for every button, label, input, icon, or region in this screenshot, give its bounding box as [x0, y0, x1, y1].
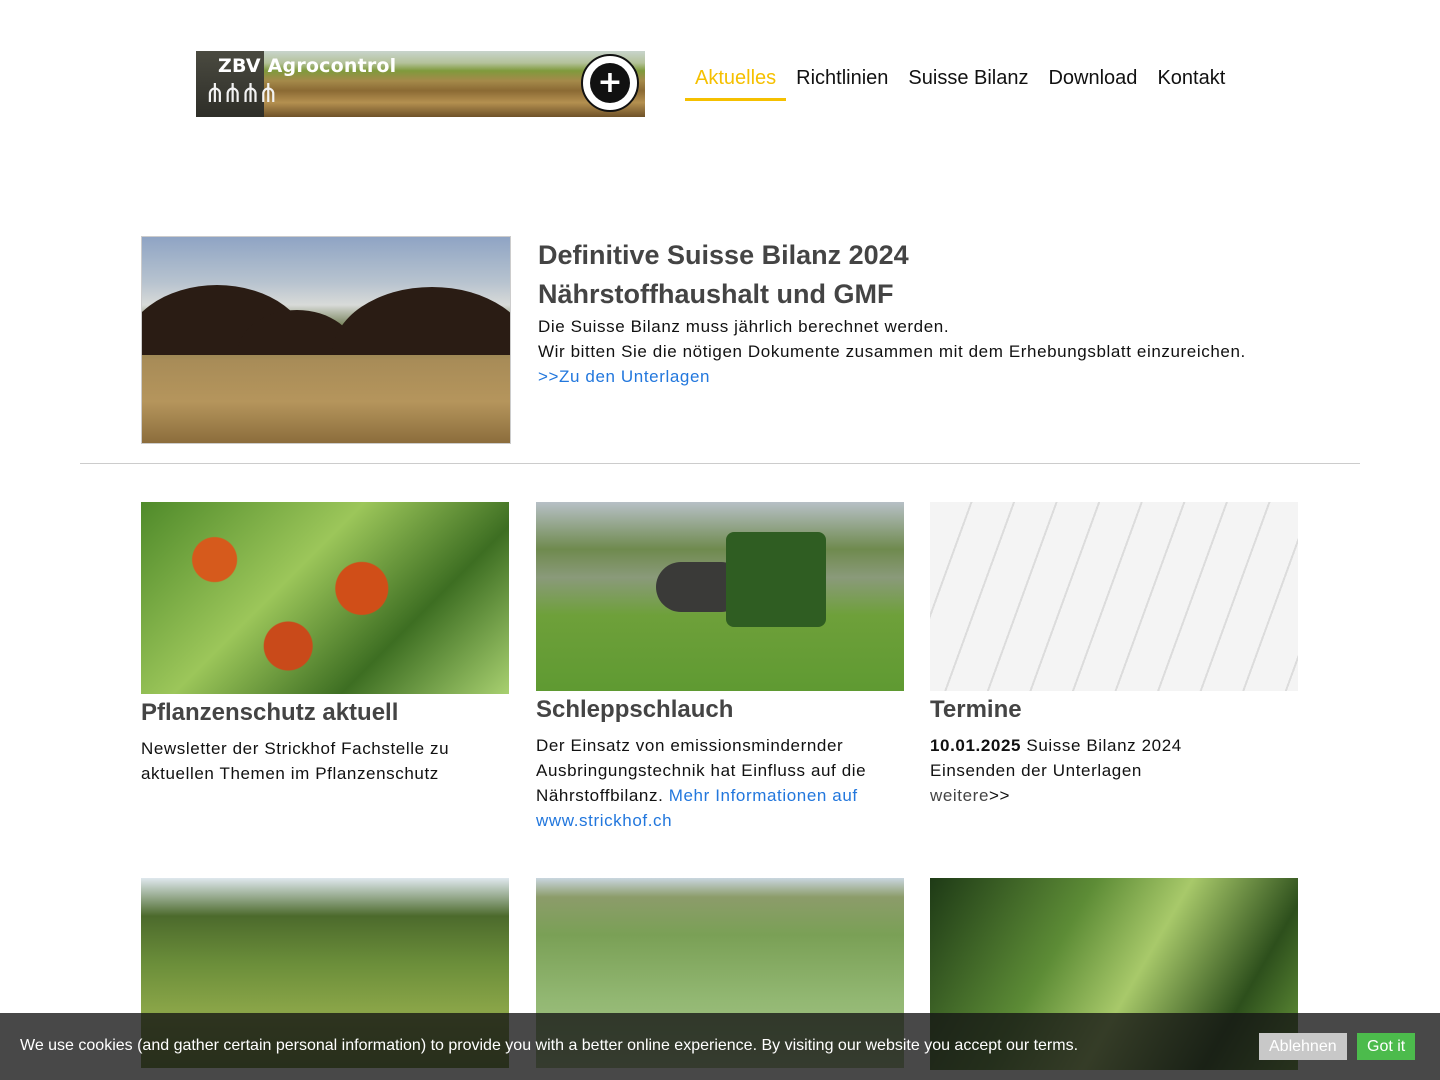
more-events-link[interactable]: weitere: [930, 786, 989, 805]
feature-title-line2: Nährstoffhaushalt und GMF: [538, 279, 894, 309]
event-date: 10.01.2025: [930, 736, 1022, 755]
feature-text: Die Suisse Bilanz muss jährlich berechne…: [538, 314, 1246, 389]
logo-text: ZBV Agrocontrol: [218, 55, 397, 77]
cookie-banner: We use cookies (and gather certain perso…: [0, 1013, 1440, 1080]
card-image-beetles[interactable]: [141, 502, 509, 694]
card-text: Der Einsatz von emissionsmindernder Ausb…: [536, 733, 904, 833]
card-image-calendar[interactable]: [930, 502, 1298, 691]
card-image-tractor[interactable]: [536, 502, 904, 691]
more-arrows: >>: [989, 786, 1011, 805]
card-termine: Termine 10.01.2025 Suisse Bilanz 2024 Ei…: [930, 502, 1298, 808]
card-pflanzenschutz: Pflanzenschutz aktuell Newsletter der St…: [141, 502, 509, 786]
nav-item-aktuelles[interactable]: Aktuelles: [685, 60, 787, 101]
nav-item-suisse-bilanz[interactable]: Suisse Bilanz: [898, 60, 1038, 101]
cookie-message: We use cookies (and gather certain perso…: [20, 1037, 1079, 1054]
card-text: Newsletter der Strickhof Fachstelle zu a…: [141, 739, 450, 783]
feature-title: Definitive Suisse Bilanz 2024 Nährstoffh…: [538, 236, 909, 314]
documents-link[interactable]: >>Zu den Unterlagen: [538, 367, 710, 386]
card-title[interactable]: Schleppschlauch: [536, 691, 904, 729]
swiss-accreditation-seal-icon: +: [581, 54, 639, 112]
cookie-accept-button[interactable]: Got it: [1357, 1033, 1416, 1060]
card-title[interactable]: Termine: [930, 691, 1298, 729]
nav-item-kontakt[interactable]: Kontakt: [1147, 60, 1235, 101]
feature-title-line1: Definitive Suisse Bilanz 2024: [538, 240, 909, 270]
nav-item-richtlinien[interactable]: Richtlinien: [786, 60, 898, 101]
event-title: Suisse Bilanz 2024: [1026, 736, 1182, 755]
feature-text-line1: Die Suisse Bilanz muss jährlich berechne…: [538, 317, 950, 336]
cookie-deny-button[interactable]: Ablehnen: [1259, 1033, 1347, 1060]
card-schleppschlauch: Schleppschlauch Der Einsatz von emission…: [536, 502, 904, 833]
nav-item-download[interactable]: Download: [1038, 60, 1147, 101]
card-text: 10.01.2025 Suisse Bilanz 2024 Einsenden …: [930, 733, 1298, 808]
feature-image: [141, 236, 511, 444]
wheat-icon: ⋔⋔⋔⋔: [204, 79, 279, 109]
site-logo[interactable]: ⋔⋔⋔⋔ ZBV Agrocontrol +: [196, 51, 645, 117]
section-divider: [80, 463, 1360, 464]
card-title[interactable]: Pflanzenschutz aktuell: [141, 694, 509, 732]
feature-text-line2: Wir bitten Sie die nötigen Dokumente zus…: [538, 342, 1246, 361]
main-nav: Aktuelles Richtlinien Suisse Bilanz Down…: [685, 60, 1235, 101]
event-description: Einsenden der Unterlagen: [930, 761, 1142, 780]
